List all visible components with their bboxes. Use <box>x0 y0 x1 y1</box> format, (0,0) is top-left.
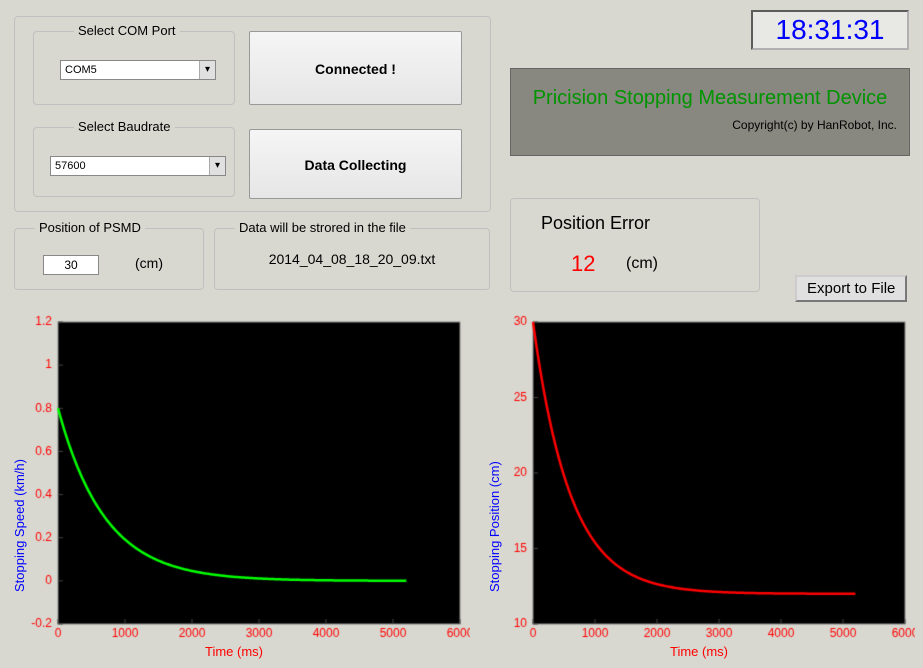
com-port-group: Select COM Port COM5 ▾ <box>33 31 235 105</box>
position-chart: Stopping Position (cm) Time (ms) <box>485 312 915 662</box>
position-error-unit: (cm) <box>626 255 658 273</box>
dropdown-arrow-icon[interactable]: ▾ <box>199 61 215 79</box>
com-port-select[interactable]: COM5 ▾ <box>60 60 216 80</box>
speed-chart-ylabel: Stopping Speed (km/h) <box>12 459 27 592</box>
baudrate-label: Select Baudrate <box>74 119 175 134</box>
position-error-label: Position Error <box>541 213 650 234</box>
app-title: Pricision Stopping Measurement Device <box>511 87 909 110</box>
data-filename: 2014_04_08_18_20_09.txt <box>215 251 489 267</box>
speed-chart-xlabel: Time (ms) <box>205 644 263 659</box>
connection-group: Select COM Port COM5 ▾ Select Baudrate 5… <box>14 16 491 212</box>
data-file-group: Data will be strored in the file 2014_04… <box>214 228 490 290</box>
clock-display: 18:31:31 <box>751 10 909 50</box>
position-chart-ylabel: Stopping Position (cm) <box>487 461 502 592</box>
speed-chart-canvas <box>10 312 470 662</box>
psmd-input[interactable]: 30 <box>43 255 99 275</box>
psmd-unit: (cm) <box>135 255 163 271</box>
com-port-label: Select COM Port <box>74 23 180 38</box>
connected-button[interactable]: Connected ! <box>249 31 462 105</box>
baudrate-value: 57600 <box>55 160 86 172</box>
dropdown-arrow-icon[interactable]: ▾ <box>209 157 225 175</box>
data-file-label: Data will be strored in the file <box>235 220 410 235</box>
com-port-value: COM5 <box>65 64 97 76</box>
position-chart-canvas <box>485 312 915 662</box>
export-button[interactable]: Export to File <box>795 275 907 302</box>
baudrate-group: Select Baudrate 57600 ▾ <box>33 127 235 197</box>
baudrate-select[interactable]: 57600 ▾ <box>50 156 226 176</box>
psmd-group: Position of PSMD 30 (cm) <box>14 228 204 290</box>
data-collecting-button[interactable]: Data Collecting <box>249 129 462 199</box>
psmd-label: Position of PSMD <box>35 220 145 235</box>
speed-chart: Stopping Speed (km/h) Time (ms) <box>10 312 470 662</box>
position-error-group: Position Error 12 (cm) <box>510 198 760 292</box>
copyright-text: Copyright(c) by HanRobot, Inc. <box>511 118 897 132</box>
position-error-value: 12 <box>571 251 595 277</box>
position-chart-xlabel: Time (ms) <box>670 644 728 659</box>
title-panel: Pricision Stopping Measurement Device Co… <box>510 68 910 156</box>
